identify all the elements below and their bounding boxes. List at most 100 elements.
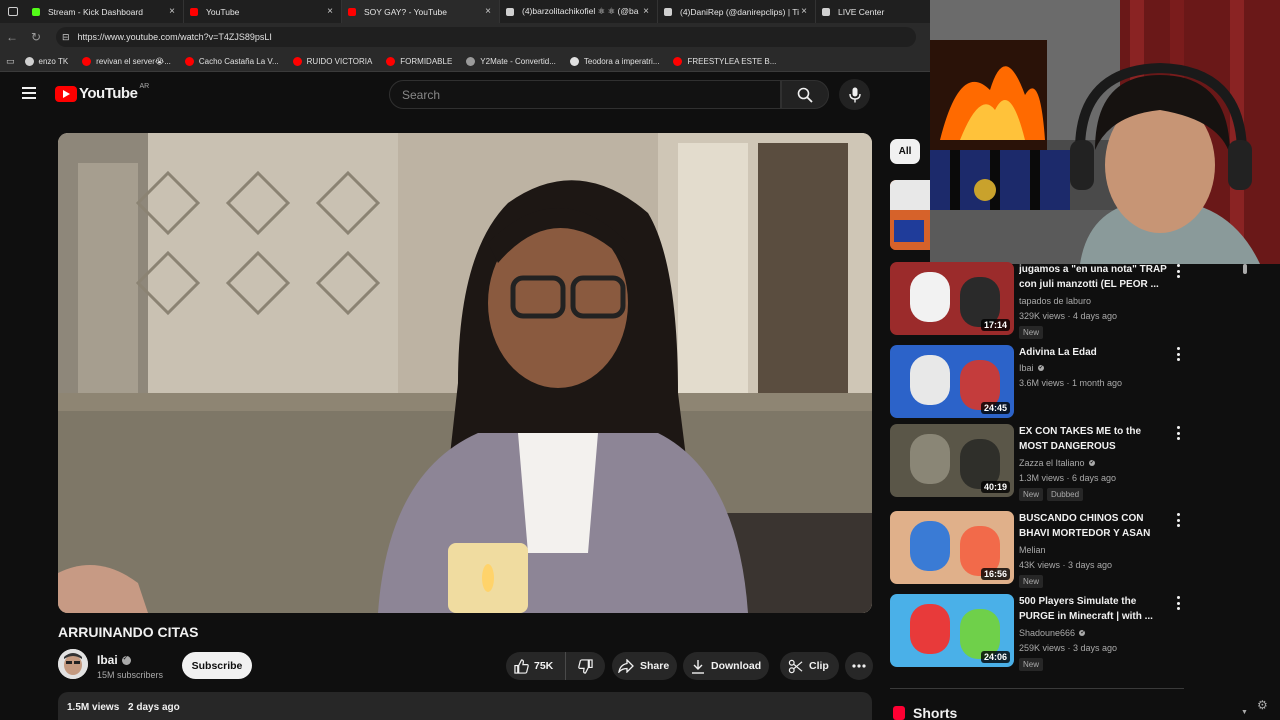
- video-duration: 24:06: [980, 651, 1010, 663]
- video-thumbnail[interactable]: 24:45: [890, 345, 1014, 418]
- bookmark-label: Teodora a imperatri...: [583, 56, 660, 66]
- video-duration: 40:19: [980, 481, 1010, 493]
- browser-tab[interactable]: SOY GAY? - YouTube ×: [342, 0, 500, 23]
- browser-tab[interactable]: (4)DaniRep (@danirepclips) | TikT ×: [658, 0, 816, 23]
- download-button[interactable]: Download: [683, 652, 769, 680]
- tab-title: YouTube: [206, 6, 240, 17]
- subscribe-button[interactable]: Subscribe: [182, 652, 252, 679]
- video-meta: 329K views · 4 days ago: [1019, 311, 1118, 321]
- tab-close-icon[interactable]: ×: [483, 6, 493, 17]
- like-count: 75K: [534, 660, 554, 672]
- video-duration: 16:56: [980, 568, 1010, 580]
- video-player[interactable]: [58, 133, 872, 613]
- more-vertical-icon[interactable]: [1174, 513, 1182, 527]
- subscriber-count: 15M subscribers: [97, 670, 164, 680]
- verified-icon: [121, 654, 131, 665]
- scroll-down-arrow-icon[interactable]: ▼: [1241, 709, 1248, 716]
- recommended-video[interactable]: 40:19 EX CON TAKES ME to the MOST DANGERO…: [890, 424, 1190, 501]
- clip-button[interactable]: Clip: [780, 652, 839, 680]
- badge-row: New: [1019, 658, 1047, 671]
- settings-gear-icon[interactable]: ⚙: [1257, 698, 1271, 712]
- video-title[interactable]: Adivina La Edad: [1019, 345, 1169, 360]
- scissors-icon: [788, 659, 803, 673]
- channel-name-row[interactable]: Ibai: [1019, 363, 1044, 373]
- search-input[interactable]: [402, 87, 780, 102]
- dislike-button[interactable]: [566, 652, 604, 680]
- partial-thumbnail[interactable]: [890, 180, 930, 250]
- sidebar-scrollbar[interactable]: ▼: [1240, 264, 1250, 720]
- channel-avatar[interactable]: [58, 649, 88, 679]
- shorts-icon: [893, 706, 905, 720]
- tab-close-icon[interactable]: ×: [641, 6, 651, 17]
- scrollbar-thumb[interactable]: [1243, 264, 1247, 274]
- video-thumbnail[interactable]: 40:19: [890, 424, 1014, 497]
- bookmark-label: Cacho Castaña La V...: [198, 56, 279, 66]
- bookmark-item[interactable]: enzo TK: [24, 56, 68, 66]
- clip-label: Clip: [809, 660, 829, 672]
- bookmarks-bar: ▭ enzo TK revivan el server😭... Cacho Cast…: [0, 51, 930, 72]
- video-badge: New: [1019, 658, 1044, 671]
- bookmark-item[interactable]: Y2Mate - Convertid...: [466, 56, 556, 66]
- more-vertical-icon[interactable]: [1174, 264, 1182, 278]
- channel-name[interactable]: Ibai: [97, 653, 118, 667]
- more-vertical-icon[interactable]: [1174, 426, 1182, 440]
- browser-tab[interactable]: (4)barzolitachikofiel ⚛ ⚛ (@ba ×: [500, 0, 658, 23]
- reload-icon[interactable]: ↻: [24, 23, 48, 51]
- video-thumbnail[interactable]: 17:14: [890, 262, 1014, 335]
- description-box[interactable]: 1.5M views 2 days ago: [58, 692, 872, 720]
- more-vertical-icon[interactable]: [1174, 347, 1182, 361]
- more-vertical-icon[interactable]: [1174, 596, 1182, 610]
- channel-name-row[interactable]: Melian: [1019, 545, 1046, 555]
- menu-icon[interactable]: [22, 87, 36, 99]
- tab-actions-icon[interactable]: [0, 0, 26, 23]
- video-thumbnail[interactable]: 24:06: [890, 594, 1014, 667]
- bookmark-item[interactable]: Cacho Castaña La V...: [184, 56, 279, 66]
- recommended-video[interactable]: 17:14 jugamos a "en una nota" TRAP con ju…: [890, 262, 1190, 339]
- channel-name-container[interactable]: Ibai: [97, 653, 131, 667]
- channel-name-row[interactable]: Shadoune666: [1019, 628, 1086, 638]
- tab-close-icon[interactable]: ×: [167, 6, 177, 17]
- video-badge: Dubbed: [1047, 488, 1084, 501]
- tab-close-icon[interactable]: ×: [799, 6, 809, 17]
- recommended-video[interactable]: 16:56 BUSCANDO CHINOS CON BHAVI MORTEDOR …: [890, 511, 1190, 588]
- search-button[interactable]: [781, 80, 829, 109]
- bookmark-item[interactable]: revivan el server😭...: [82, 56, 171, 66]
- channel-name: Zazza el Italiano: [1019, 458, 1085, 468]
- video-title[interactable]: BUSCANDO CHINOS CON BHAVI MORTEDOR Y ASA…: [1019, 511, 1169, 542]
- back-icon[interactable]: ←: [0, 23, 24, 51]
- download-label: Download: [711, 660, 762, 672]
- like-button[interactable]: 75K: [506, 652, 566, 680]
- browser-tab[interactable]: YouTube ×: [184, 0, 342, 23]
- reading-list-icon[interactable]: ▭: [6, 56, 15, 67]
- bookmark-item[interactable]: Teodora a imperatri...: [569, 56, 660, 66]
- site-info-icon[interactable]: ⊟: [62, 32, 70, 43]
- verified-icon: [1088, 458, 1095, 466]
- voice-search-button[interactable]: [839, 79, 870, 110]
- chip-all[interactable]: All: [890, 139, 920, 164]
- video-title[interactable]: 500 Players Simulate the PURGE in Minecr…: [1019, 594, 1169, 624]
- upload-age: 2 days ago: [128, 702, 180, 713]
- bookmark-item[interactable]: FORMIDABLE: [386, 56, 452, 66]
- browser-tab[interactable]: Stream - Kick Dashboard ×: [26, 0, 184, 23]
- more-actions-button[interactable]: [845, 652, 873, 680]
- recommended-video[interactable]: 24:06 500 Players Simulate the PURGE in M…: [890, 594, 1190, 671]
- recommended-video[interactable]: 24:45 Adivina La Edad Ibai 3.6M views · 1 m…: [890, 345, 1190, 421]
- bookmark-item[interactable]: RUIDO VICTORIA: [292, 56, 372, 66]
- video-title[interactable]: EX CON TAKES ME to the MOST DANGEROUS NE…: [1019, 424, 1169, 455]
- video-thumbnail[interactable]: 16:56: [890, 511, 1014, 584]
- bookmark-item[interactable]: FREESTYLEA ESTE B...: [673, 56, 776, 66]
- channel-name: Melian: [1019, 545, 1046, 555]
- shorts-heading[interactable]: Shorts: [893, 705, 957, 720]
- video-title[interactable]: jugamos a "en una nota" TRAP con juli ma…: [1019, 262, 1169, 292]
- tab-close-icon[interactable]: ×: [325, 6, 335, 17]
- microphone-icon: [848, 87, 861, 102]
- channel-name-row[interactable]: Zazza el Italiano: [1019, 458, 1095, 468]
- share-button[interactable]: Share: [612, 652, 677, 680]
- youtube-logo[interactable]: YouTube AR: [55, 83, 149, 102]
- logo-text: YouTube: [79, 85, 138, 102]
- video-frame: [58, 133, 872, 613]
- bookmark-favicon-icon: [569, 56, 579, 66]
- like-dislike-group: 75K: [506, 652, 605, 680]
- url-field[interactable]: ⊟ https://www.youtube.com/watch?v=T4ZJS8…: [56, 27, 916, 47]
- channel-name-row[interactable]: tapados de laburo: [1019, 296, 1091, 306]
